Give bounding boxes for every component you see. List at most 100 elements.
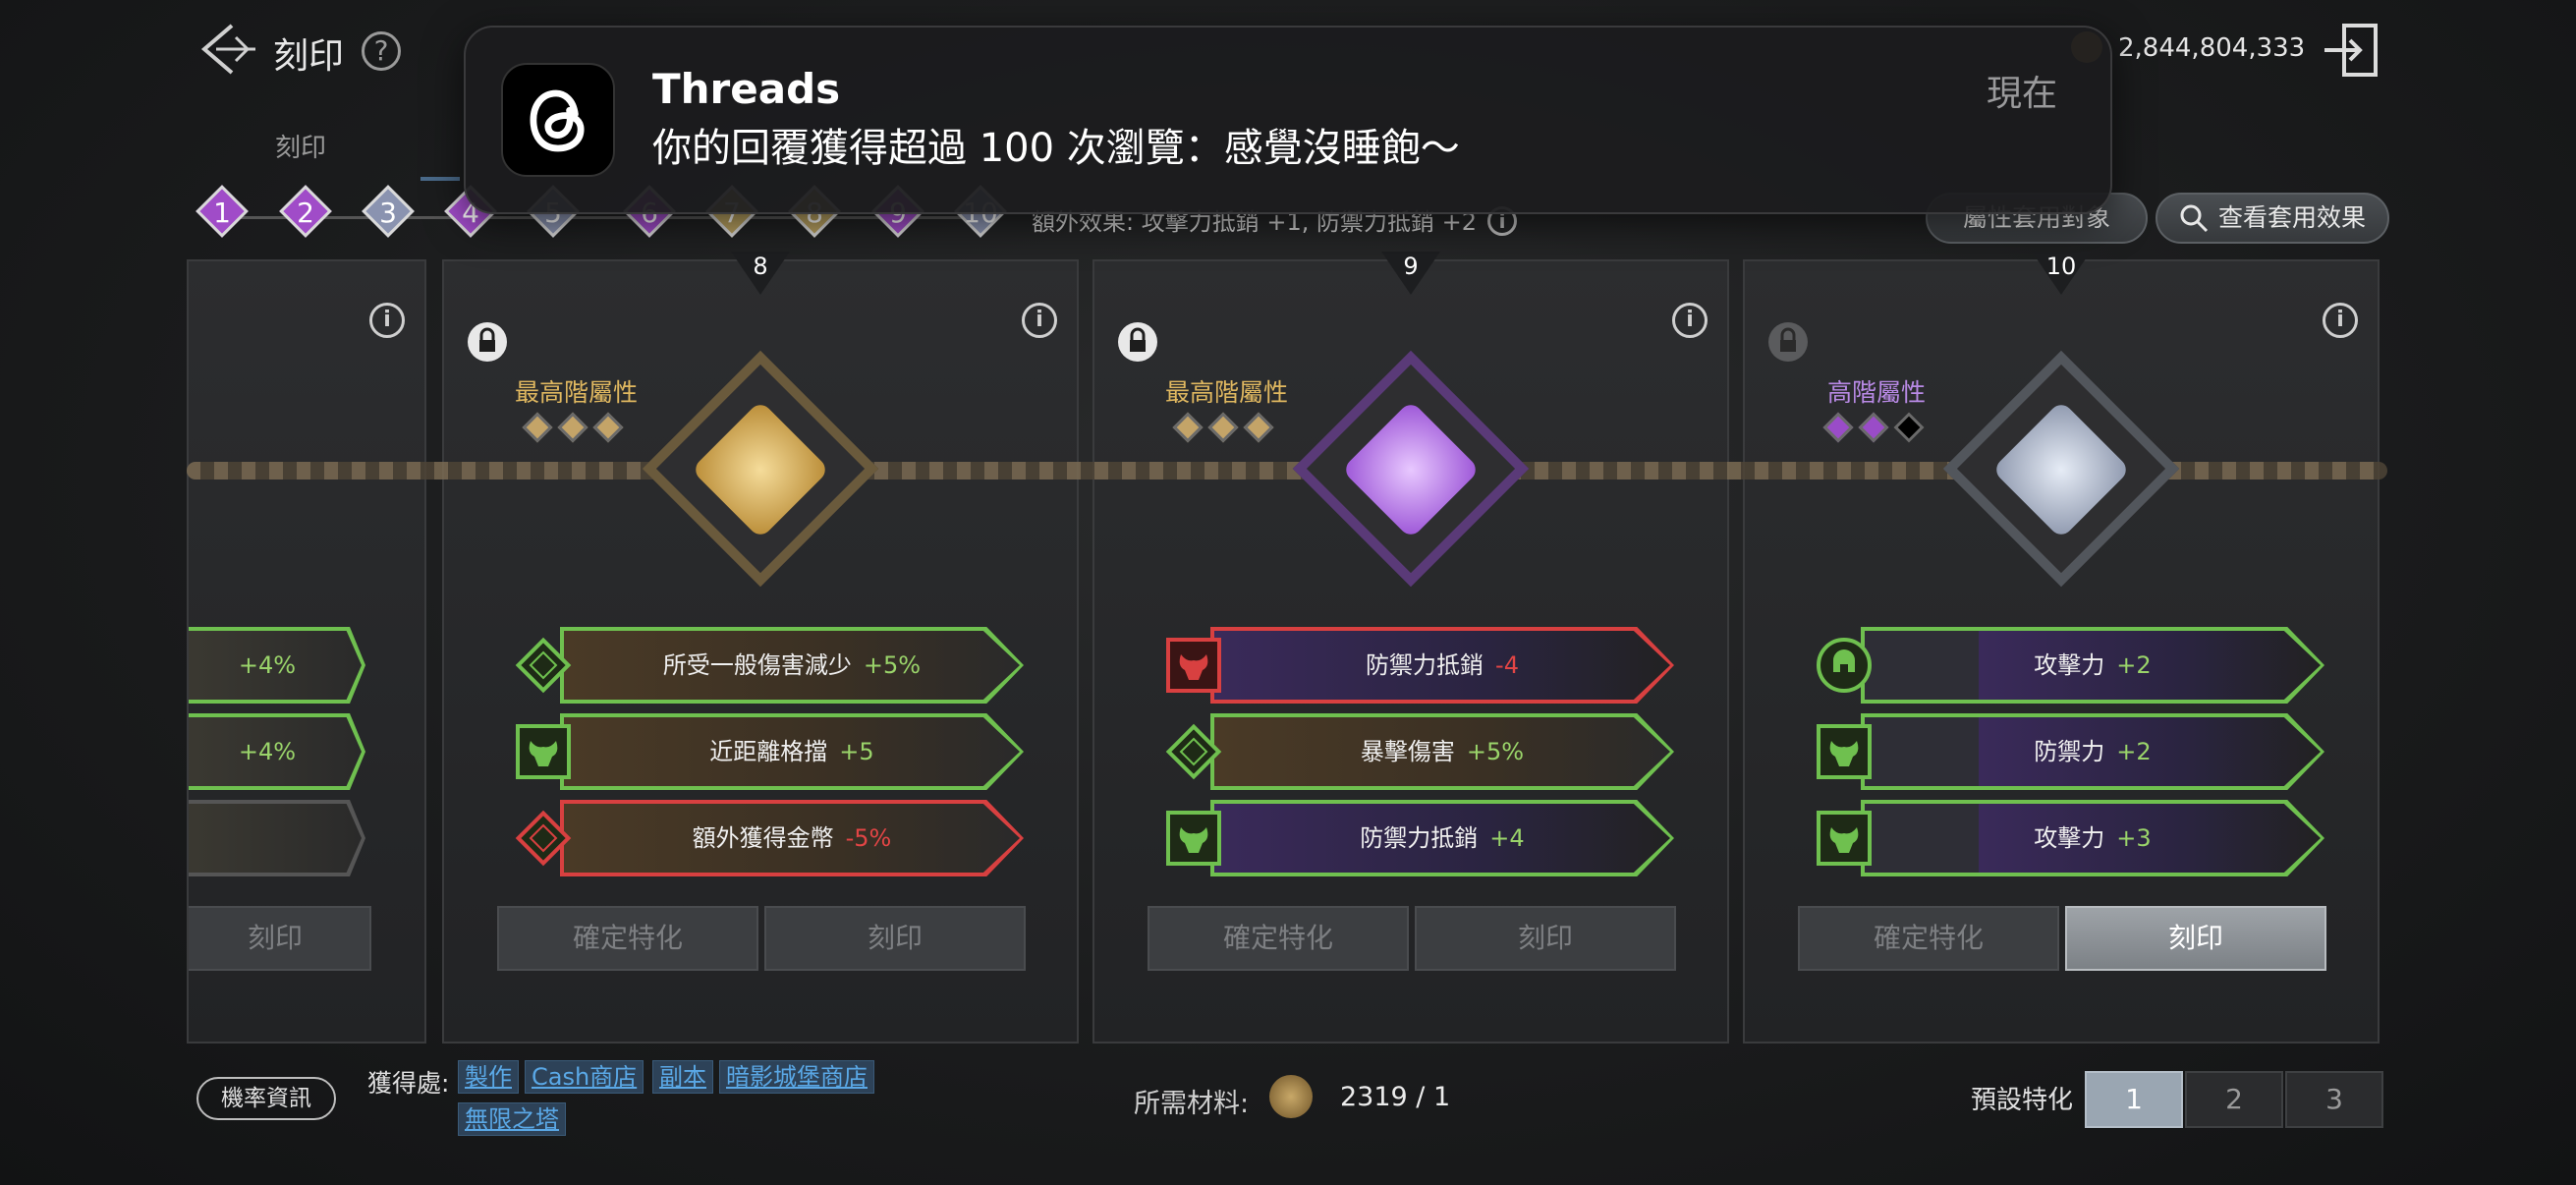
confirm-specialize-label: 確定特化 [1873,922,1984,954]
tier-label: 最高階屬性 [1165,378,1289,407]
card-partial: i +4% +4% 刻印 [187,259,426,1044]
tier-gem-icon [557,412,588,443]
confirm-specialize-button[interactable]: 確定特化 [1798,906,2059,971]
back-arrow-icon[interactable] [196,18,259,81]
obtain-link-dungeon[interactable]: 副本 [652,1060,713,1094]
engrave-label: 刻印 [2167,922,2223,954]
view-effect-button[interactable]: 查看套用效果 [2156,193,2389,244]
stage-number: 3 [379,197,397,229]
confirm-specialize-button[interactable]: 確定特化 [497,906,758,971]
card-info-icon[interactable]: i [369,303,405,338]
stat-name: 防禦力抵銷 [1360,824,1479,852]
confirm-specialize-label: 確定特化 [572,922,683,954]
stat-bar: 防禦力抵銷 -4 [1210,627,1674,704]
tier-gem-icon [1893,412,1925,443]
threads-app-icon [501,63,615,177]
ram-skull-icon [1165,637,1222,694]
helmet-icon [1816,637,1873,694]
stat-name: 所受一般傷害減少 [662,651,852,679]
material-coin-icon [1269,1075,1313,1118]
probability-info-button[interactable]: 機率資訊 [196,1077,336,1120]
view-effect-label: 查看套用效果 [2217,203,2366,232]
ram-skull-icon [1816,810,1873,867]
stat-value: +5 [839,738,874,765]
engrave-button[interactable]: 刻印 [2065,906,2326,971]
currency-amount: 2,844,804,333 [2118,33,2306,63]
card-info-icon[interactable]: i [1672,303,1708,338]
preset-button-1[interactable]: 1 [2085,1071,2183,1128]
stat-value: +5% [863,651,922,679]
stage-number: 1 [213,197,231,229]
tier-gem-icon [1207,412,1239,443]
notification-title: Threads [652,65,841,113]
exit-icon[interactable] [2321,20,2381,81]
tier-gem-icon [1172,412,1204,443]
tier-gem-icon [592,412,624,443]
tier-gem-icon [522,412,553,443]
stat-value: +2 [2116,738,2152,765]
confirm-specialize-label: 確定特化 [1222,922,1333,954]
stat-bar: 防禦力抵銷 +4 [1210,800,1674,876]
material-amount: 2319 / 1 [1340,1082,1451,1112]
stat-bar: 防禦力 +2 [1861,713,2324,790]
stat-value: -4 [1495,651,1519,679]
obtain-link-craft[interactable]: 製作 [458,1060,519,1094]
preset-label: 預設特化 [1971,1086,2074,1115]
stage-number: 2 [297,197,314,229]
stat-value: +2 [2116,651,2152,679]
engrave-button-partial[interactable]: 刻印 [189,906,371,971]
stat-name: 暴擊傷害 [1360,738,1455,765]
stat-value: +3 [2116,824,2152,852]
stat-value: +5% [1466,738,1525,765]
rune-diamond-icon [515,810,572,867]
card-info-icon[interactable]: i [2323,303,2358,338]
notification-body: 你的回覆獲得超過 100 次瀏覽：感覺沒睡飽～ [652,126,1460,171]
engrave-button[interactable]: 刻印 [1415,906,1676,971]
obtain-link-cash-shop[interactable]: Cash商店 [525,1060,644,1094]
tier-label: 最高階屬性 [515,378,639,407]
lock-icon[interactable] [1118,322,1157,362]
stat-name: 近距離格擋 [709,738,828,765]
stage-connector [220,216,986,219]
obtain-label: 獲得處: [367,1069,450,1098]
card-info-icon[interactable]: i [1022,303,1057,338]
unlock-icon[interactable] [1768,322,1808,362]
tier-gem-icon [1243,412,1274,443]
obtain-link-shadow-castle-shop[interactable]: 暗影城堡商店 [719,1060,874,1094]
lock-icon[interactable] [468,322,507,362]
stat-bar: 所受一般傷害減少 +5% [560,627,1024,704]
rune-diamond-icon [1165,723,1222,780]
engrave-label: 刻印 [867,922,923,954]
tier-label: 高階屬性 [1827,378,1927,407]
preset-button-3[interactable]: 3 [2285,1071,2383,1128]
stat-bar: 暴擊傷害 +5% [1210,713,1674,790]
ram-skull-icon [1165,810,1222,867]
page-title: 刻印 [273,36,345,77]
stat-name: 防禦力抵銷 [1366,651,1484,679]
confirm-specialize-button[interactable]: 確定特化 [1148,906,1409,971]
engrave-label: 刻印 [1517,922,1573,954]
stat-bar: 額外獲得金幣 -5% [560,800,1024,876]
stat-name: 攻擊力 [2034,651,2105,679]
stat-value: -5% [845,824,892,852]
stat-bar-partial-3 [189,800,365,876]
search-icon [2180,204,2209,233]
tier-gem-icon [1822,412,1854,443]
tier-gem-icon [1858,412,1889,443]
ram-skull-icon [515,723,572,780]
notification-time: 現在 [1987,74,2058,114]
ram-skull-icon [1816,723,1873,780]
preset-button-2[interactable]: 2 [2185,1071,2283,1128]
stat-bar: 近距離格擋 +5 [560,713,1024,790]
stat-bar: 攻擊力 +3 [1861,800,2324,876]
stat-name: 攻擊力 [2034,824,2105,852]
engrave-button[interactable]: 刻印 [764,906,1026,971]
tab-active-indicator [420,177,460,181]
rune-diamond-icon [515,637,572,694]
tab-engrave[interactable]: 刻印 [275,128,326,164]
stat-bar-partial-2: +4% [189,713,365,790]
material-label: 所需材料: [1134,1089,1250,1119]
obtain-link-infinite-tower[interactable]: 無限之塔 [458,1102,566,1136]
help-icon[interactable]: ? [362,31,401,71]
stat-name: 額外獲得金幣 [692,824,834,852]
